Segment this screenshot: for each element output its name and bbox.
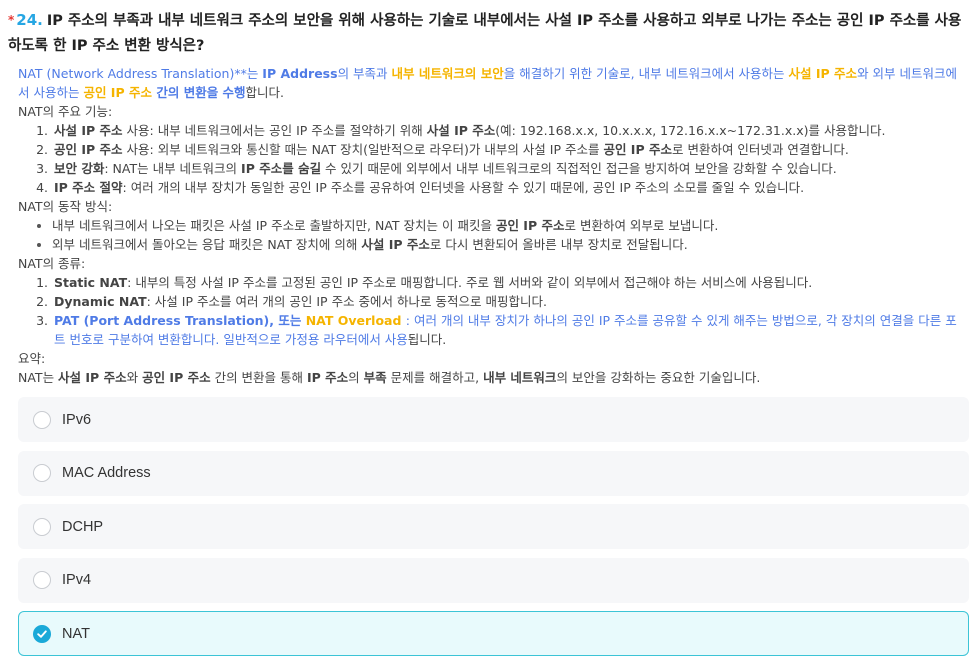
operation-heading: NAT의 동작 방식:	[18, 199, 113, 214]
item-bold: 사설 IP 주소	[361, 237, 430, 252]
summary-part: 의 보안을 강화하는 중요한 기술입니다.	[556, 370, 761, 385]
item-bold: Static NAT	[54, 275, 128, 290]
list-item: 내부 네트워크에서 나오는 패킷은 사설 IP 주소로 출발하지만, NAT 장…	[52, 216, 968, 235]
item-text: 됩니다.	[407, 332, 447, 347]
option-ipv4[interactable]: IPv4	[18, 557, 969, 603]
item-bold: 사설 IP 주소	[54, 123, 123, 138]
radio-icon[interactable]	[33, 410, 51, 429]
explanation-intro: NAT (Network Address Translation)**는 IP …	[18, 64, 968, 102]
summary-part: NAT는	[18, 370, 59, 385]
item-text: 사용: 외부 네트워크와 통신할 때는 NAT 장치(일반적으로 라우터)가 내…	[122, 142, 604, 157]
intro-part: NAT (Network Address Translation)**는	[18, 66, 263, 81]
checkmark-icon	[37, 629, 47, 638]
types-heading: NAT의 종류:	[18, 256, 86, 271]
summary-part: 문제를 해결하고,	[386, 370, 484, 385]
explanation-panel: NAT (Network Address Translation)**는 IP …	[18, 64, 968, 387]
intro-part: IP Address	[262, 66, 338, 81]
item-bold: IP 주소 절약	[54, 180, 123, 195]
question-text: IP 주소의 부족과 내부 네트워크 주소의 보안을 위해 사용하는 기술로 내…	[8, 13, 962, 54]
item-text: (예: 192.168.x.x, 10.x.x.x, 172.16.x.x~17…	[495, 123, 886, 138]
summary-part: 사설 IP 주소	[58, 370, 127, 385]
option-mac-address[interactable]: MAC Address	[18, 450, 969, 496]
item-text: 로 변환하여 외부로 보냅니다.	[564, 218, 719, 233]
option-nat[interactable]: NAT	[18, 611, 969, 656]
summary-heading: 요약:	[18, 351, 46, 366]
item-bold: 보안 강화	[54, 161, 105, 176]
option-dchp[interactable]: DCHP	[18, 504, 969, 549]
item-text: 수 있기 때문에 외부에서 내부 네트워크로의 직접적인 접근을 방지하여 보안…	[321, 161, 837, 176]
question-number: 24.	[16, 11, 43, 29]
list-item: PAT (Port Address Translation), 또는 NAT O…	[52, 311, 968, 349]
summary-part: 의	[348, 370, 364, 385]
item-bold: 공인 IP 주소	[495, 218, 565, 233]
option-label: IPv6	[62, 411, 92, 428]
summary-part: 내부 네트워크	[483, 370, 557, 385]
answer-options: IPv6 MAC Address DCHP IPv4 NAT	[18, 397, 969, 663]
check-circle-icon[interactable]	[33, 624, 51, 643]
item-bold: IP 주소를 숨길	[241, 161, 322, 176]
item-text: : 사설 IP 주소를 여러 개의 공인 IP 주소 중에서 하나로 동적으로 …	[146, 294, 547, 309]
item-text: 외부 네트워크에서 돌아오는 응답 패킷은 NAT 장치에 의해	[52, 237, 362, 252]
item-bold: 공인 IP 주소	[54, 142, 123, 157]
option-label: IPv4	[62, 572, 92, 588]
question-title: * 24. IP 주소의 부족과 내부 네트워크 주소의 보안을 위해 사용하는 기…	[8, 8, 968, 59]
operation-list: 내부 네트워크에서 나오는 패킷은 사설 IP 주소로 출발하지만, NAT 장…	[18, 216, 968, 254]
item-text: : NAT는 내부 네트워크의	[104, 161, 242, 176]
item-bold: Dynamic NAT	[54, 294, 147, 309]
radio-icon[interactable]	[33, 464, 51, 482]
list-item: 사설 IP 주소 사용: 내부 네트워크에서는 공인 IP 주소를 절약하기 위…	[52, 121, 968, 140]
item-bold: 사설 IP 주소	[426, 123, 496, 138]
summary-text: NAT는 사설 IP 주소와 공인 IP 주소 간의 변환을 통해 IP 주소의…	[18, 368, 968, 387]
intro-part: 공인 IP 주소	[83, 85, 152, 100]
summary-part: IP 주소	[307, 370, 349, 385]
option-label: DCHP	[62, 518, 104, 535]
summary-part: 와	[126, 370, 143, 385]
item-text: 로 변환하여 인터넷과 연결합니다.	[671, 142, 849, 157]
list-item: IP 주소 절약: 여러 개의 내부 장치가 동일한 공인 IP 주소를 공유하…	[52, 178, 968, 197]
item-text: 내부 네트워크에서 나오는 패킷은 사설 IP 주소로 출발하지만, NAT 장…	[52, 218, 496, 233]
summary-part: 간의 변환을 통해	[210, 370, 307, 385]
features-list: 사설 IP 주소 사용: 내부 네트워크에서는 공인 IP 주소를 절약하기 위…	[18, 121, 968, 197]
item-text: : 여러 개의 내부 장치가 동일한 공인 IP 주소를 공유하여 인터넷을 사…	[122, 180, 805, 195]
radio-icon[interactable]	[33, 517, 51, 536]
summary-part: 부족	[363, 370, 387, 385]
types-list: Static NAT: 내부의 특정 사설 IP 주소를 고정된 공인 IP 주…	[18, 273, 968, 349]
option-label: NAT	[62, 625, 90, 642]
list-item: Static NAT: 내부의 특정 사설 IP 주소를 고정된 공인 IP 주…	[52, 273, 968, 292]
intro-part: 의 부족과	[337, 66, 392, 81]
list-item: 외부 네트워크에서 돌아오는 응답 패킷은 NAT 장치에 의해 사설 IP 주…	[52, 235, 968, 254]
radio-icon[interactable]	[33, 571, 51, 589]
list-item: 보안 강화: NAT는 내부 네트워크의 IP 주소를 숨길 수 있기 때문에 …	[52, 159, 968, 178]
item-bold: NAT Overload	[305, 313, 406, 328]
list-item: 공인 IP 주소 사용: 외부 네트워크와 통신할 때는 NAT 장치(일반적으…	[52, 140, 968, 159]
required-mark: *	[8, 13, 15, 27]
features-heading: NAT의 주요 기능:	[18, 104, 113, 119]
intro-part: 합니다.	[245, 85, 285, 100]
item-text: 사용: 내부 네트워크에서는 공인 IP 주소를 절약하기 위해	[122, 123, 427, 138]
item-text: : 내부의 특정 사설 IP 주소를 고정된 공인 IP 주소로 매핑합니다. …	[127, 275, 813, 290]
list-item: Dynamic NAT: 사설 IP 주소를 여러 개의 공인 IP 주소 중에…	[52, 292, 968, 311]
intro-part: 간의 변환을 수행	[151, 85, 246, 100]
summary-part: 공인 IP 주소	[142, 370, 211, 385]
intro-part: 을 해결하기 위한 기술로, 내부 네트워크에서 사용하는	[503, 66, 789, 81]
item-bold: PAT (Port Address Translation), 또는	[54, 313, 306, 328]
option-label: MAC Address	[62, 465, 151, 481]
item-bold: 공인 IP 주소	[603, 142, 672, 157]
intro-part: 사설 IP 주소	[788, 66, 858, 81]
intro-part: 내부 네트워크의 보안	[391, 66, 504, 81]
item-text: 로 다시 변환되어 올바른 내부 장치로 전달됩니다.	[429, 237, 688, 252]
option-ipv6[interactable]: IPv6	[18, 397, 969, 442]
